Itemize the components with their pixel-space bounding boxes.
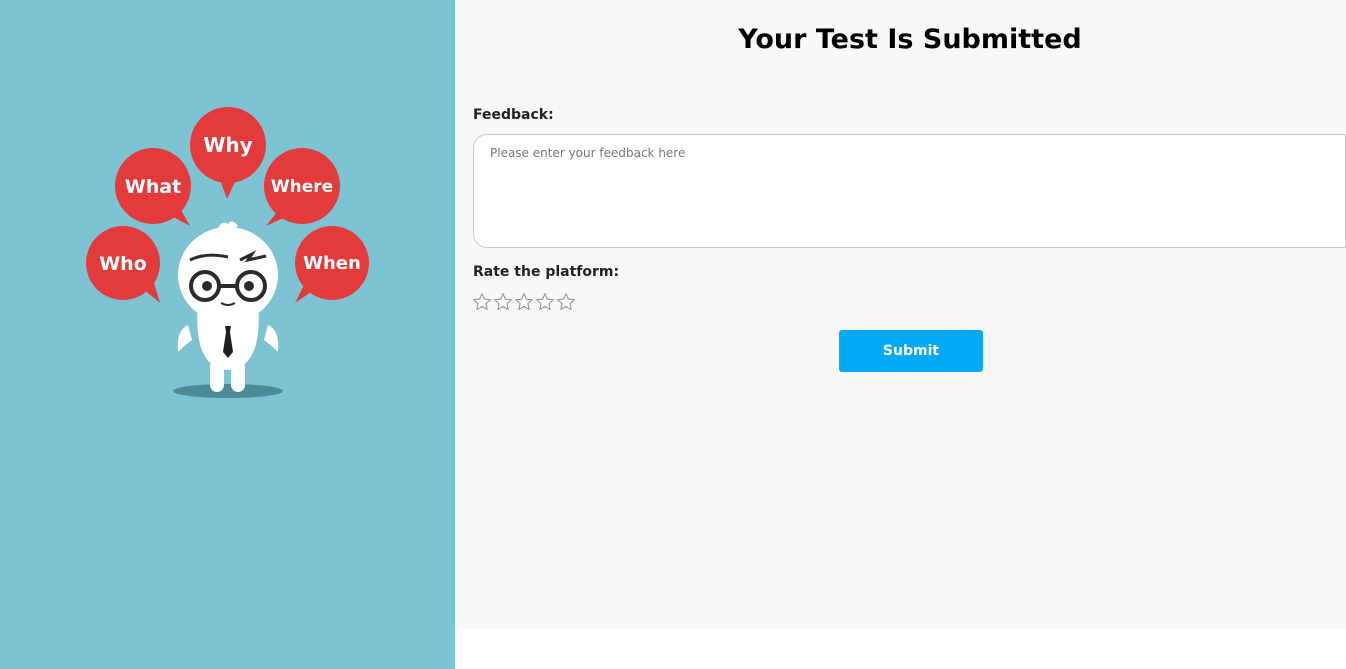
star-rating <box>472 292 576 312</box>
feedback-panel: Your Test Is Submitted Feedback: Rate th… <box>455 0 1346 629</box>
rating-label: Rate the platform: <box>473 264 620 280</box>
star-outline-icon[interactable] <box>535 292 555 312</box>
feedback-label: Feedback: <box>473 107 554 123</box>
bubble-label-what: What <box>125 176 181 198</box>
bubble-label-when: When <box>303 253 361 274</box>
questions-illustration: Why What Where Who When <box>86 107 369 398</box>
feedback-textarea[interactable] <box>473 134 1346 248</box>
bubble-label-where: Where <box>271 177 333 197</box>
submit-button[interactable]: Submit <box>839 330 983 372</box>
star-outline-icon[interactable] <box>514 292 534 312</box>
bubble-label-who: Who <box>99 253 147 275</box>
speech-bubble-who: Who <box>86 226 160 303</box>
speech-bubble-when: When <box>295 226 369 303</box>
star-outline-icon[interactable] <box>556 292 576 312</box>
speech-bubble-where: Where <box>264 148 340 226</box>
speech-bubble-what: What <box>115 148 191 226</box>
bubble-label-why: Why <box>203 133 252 157</box>
page-title: Your Test Is Submitted <box>738 24 1082 55</box>
speech-bubble-why: Why <box>190 107 266 199</box>
illustration-panel: Why What Where Who When <box>0 0 455 669</box>
thinking-character <box>173 221 283 398</box>
star-outline-icon[interactable] <box>493 292 513 312</box>
star-outline-icon[interactable] <box>472 292 492 312</box>
